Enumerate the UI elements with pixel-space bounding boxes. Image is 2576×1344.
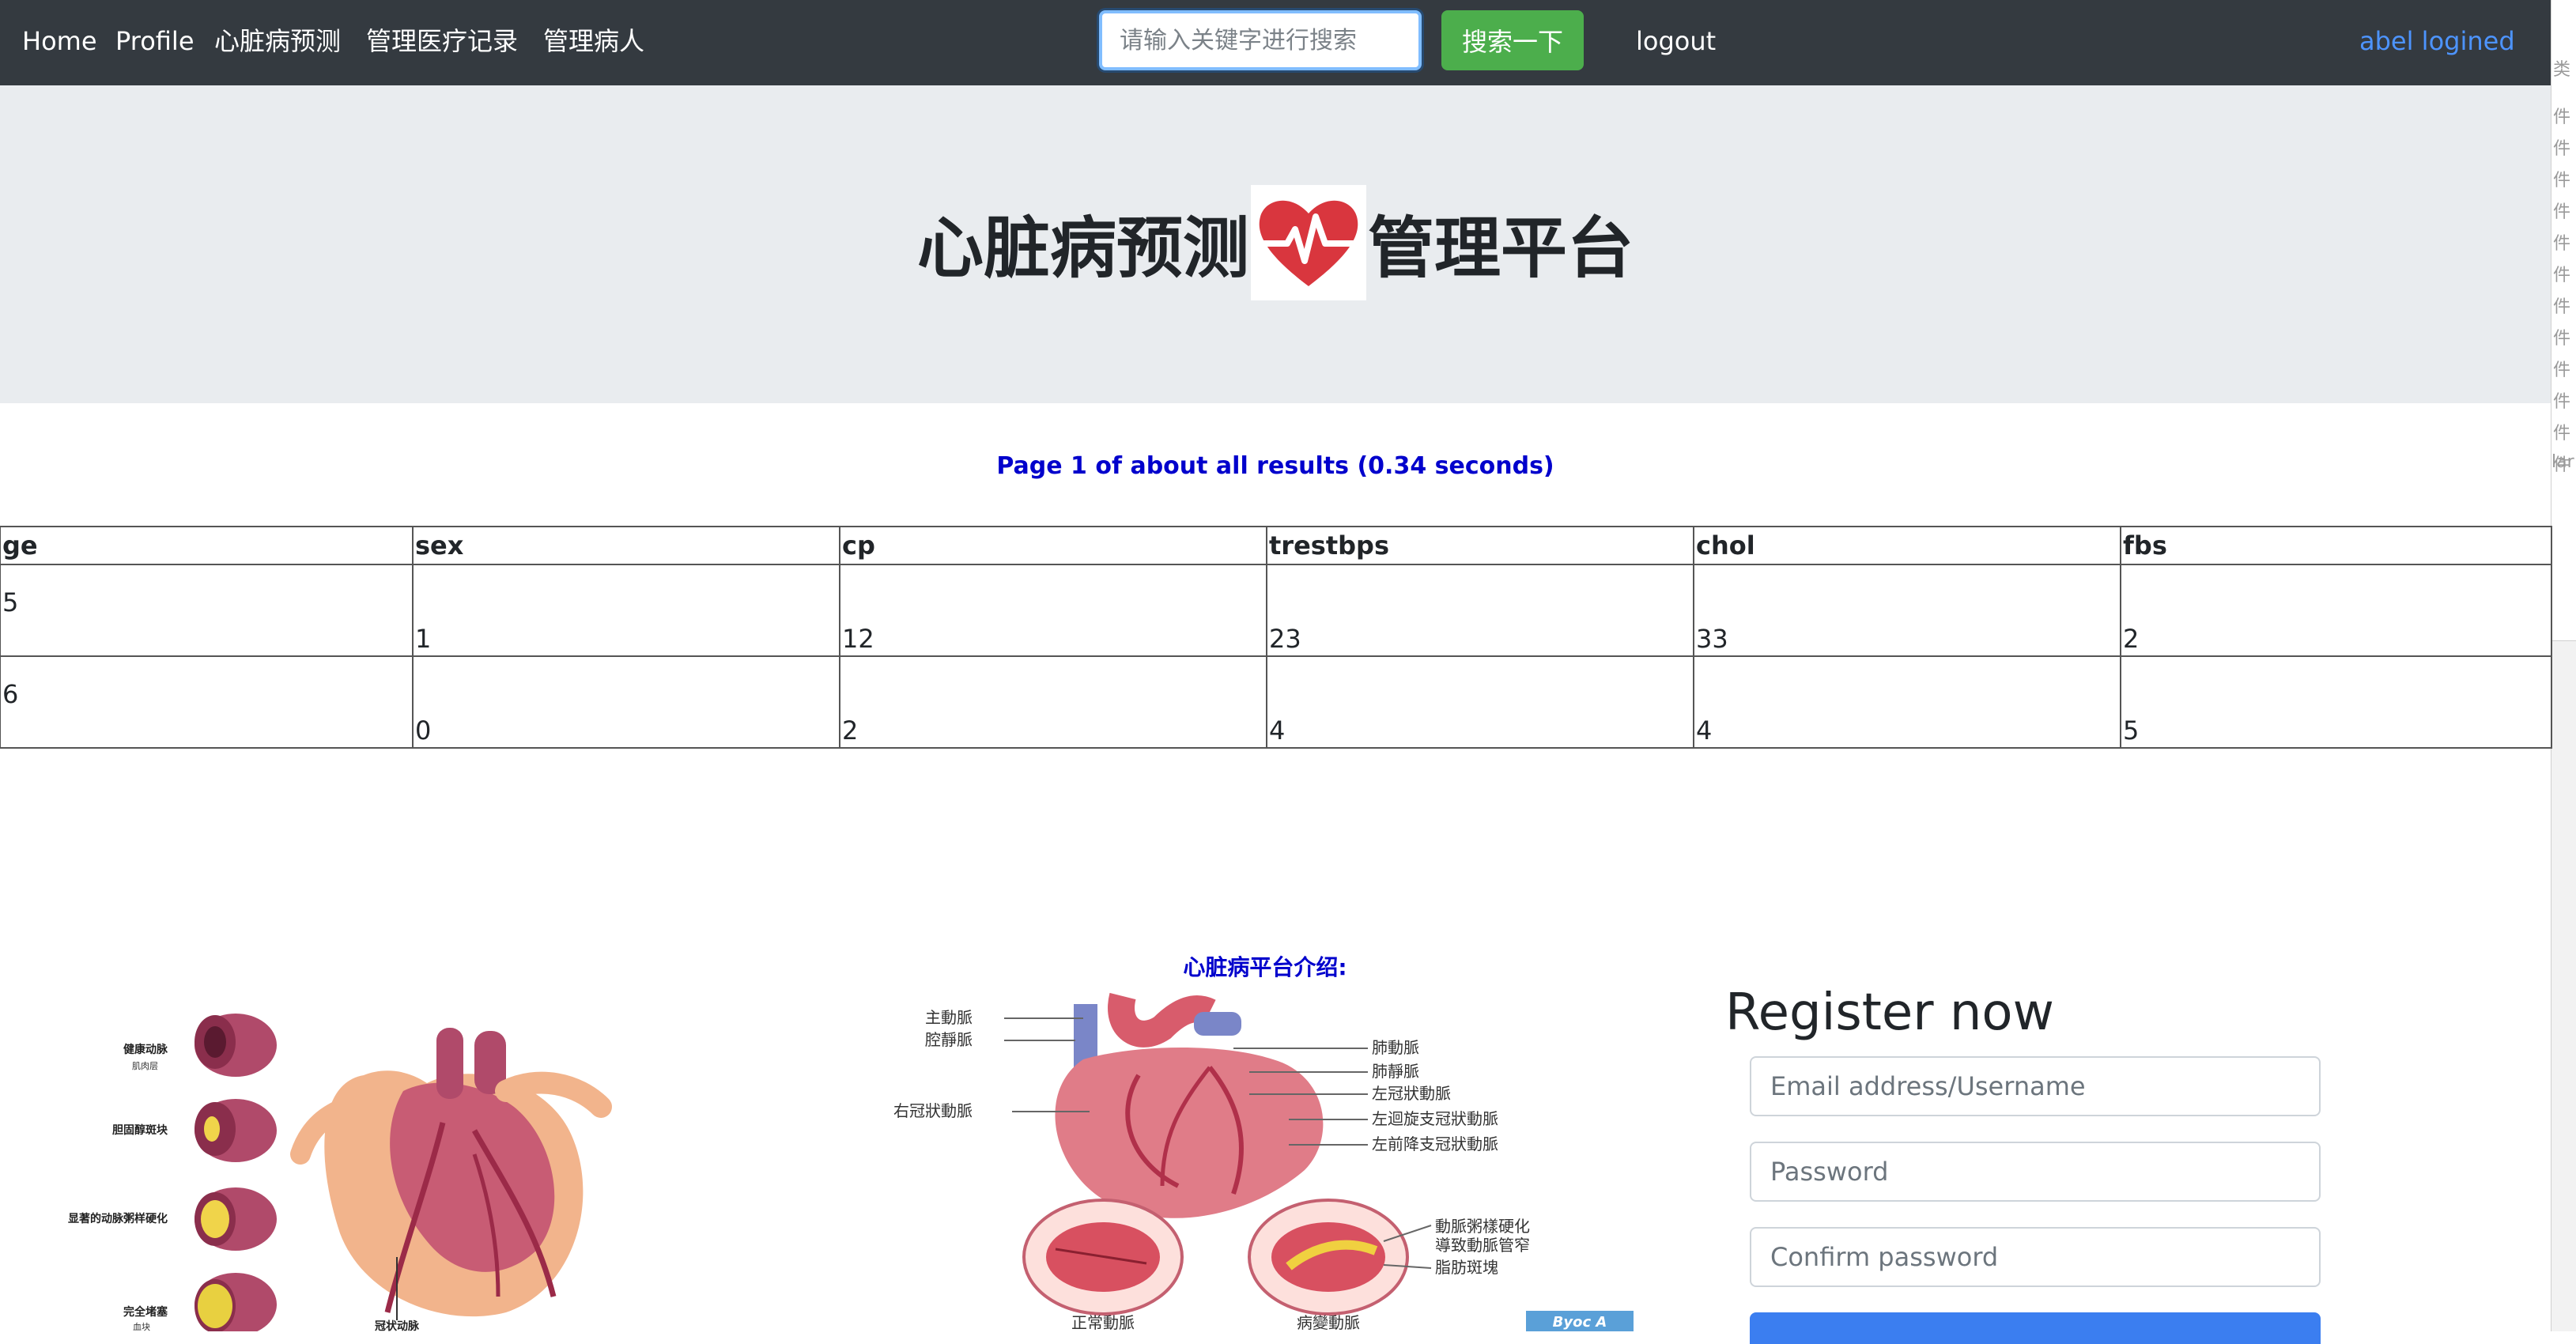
label-complete-blockage: 完全堵塞 [123, 1305, 168, 1319]
label-vena-cava: 腔靜脈 [925, 1030, 973, 1049]
records-table: ge sex cp trestbps chol fbs 5 1 12 23 33… [0, 526, 2552, 749]
label-healthy-artery: 健康动脉 [123, 1043, 168, 1056]
adjacent-window-panel: 类 件 件 件 件 件 件 件 件 件 件 件 件 lar [2551, 0, 2576, 641]
watermark-badge: Byoc A [1553, 1314, 1607, 1331]
table-cell: 5 [0, 564, 414, 657]
atherosclerosis-artery-icon [195, 1187, 277, 1251]
adjacent-text-fragment: 件 [2553, 171, 2571, 191]
cholesterol-plaque-artery-icon [195, 1099, 277, 1162]
column-header: trestbps [1266, 526, 1694, 565]
label-normal-artery: 正常動脈 [1071, 1313, 1135, 1331]
label-coronary-artery: 冠状动脉 [375, 1319, 420, 1331]
label-left-coronary-artery: 左冠狀動脈 [1372, 1084, 1451, 1103]
diseased-artery-section-icon [1248, 1199, 1409, 1316]
blocked-artery-icon [195, 1273, 277, 1331]
email-username-field[interactable] [1750, 1056, 2321, 1116]
label-atherosclerosis: 显著的动脉粥样硬化 [68, 1212, 168, 1225]
adjacent-text-fragment: 类 [2553, 60, 2571, 80]
adjacent-window-strip: 类 件 件 件 件 件 件 件 件 件 件 件 件 lar [2551, 0, 2576, 1331]
table-row: 5 1 12 23 33 2 [0, 564, 2552, 657]
adjacent-text-fragment: 件 [2553, 266, 2571, 285]
label-right-coronary-artery: 右冠狀動脈 [893, 1101, 973, 1120]
register-submit-button[interactable] [1750, 1312, 2321, 1344]
intro-title: 心脏病平台介绍: [1183, 954, 1347, 980]
table-cell: 4 [1266, 655, 1694, 749]
table-cell: 23 [1266, 564, 1694, 657]
logout-link[interactable]: logout [1636, 21, 1716, 62]
label-cholesterol-plaque: 胆固醇斑块 [112, 1123, 168, 1137]
adjacent-text-fragment: 件 [2553, 234, 2571, 254]
coronary-anatomy-illustration: 主動脈 腔靜脈 右冠狀動脈 肺動脈 肺靜脈 左冠狀動脈 左迴旋支冠狀動脈 左前降… [893, 992, 1634, 1331]
table-cell: 6 [0, 655, 414, 749]
page-title: 心脏病预测 管理平台 [0, 185, 2551, 304]
adjacent-text-fragment: 件 [2553, 108, 2571, 127]
column-header: sex [412, 526, 840, 565]
label-left-circumflex-artery: 左迴旋支冠狀動脈 [1372, 1109, 1498, 1128]
nav-records-link[interactable]: 管理医疗记录 [366, 21, 518, 62]
column-header: chol [1693, 526, 2121, 565]
table-cell: 2 [2120, 564, 2552, 657]
nav-home-link[interactable]: Home [22, 21, 97, 62]
title-left-text: 心脏病预测 [916, 209, 1249, 287]
heartbeat-heart-icon [1251, 185, 1366, 300]
adjacent-text-fragment: 件 [2553, 329, 2571, 349]
table-cell: 5 [2120, 655, 2552, 749]
adjacent-text-fragment: 件 [2553, 139, 2571, 159]
label-aorta: 主動脈 [925, 1008, 973, 1027]
column-header: ge [0, 526, 414, 565]
nav-predict-link[interactable]: 心脏病预测 [214, 21, 341, 62]
column-header: fbs [2120, 526, 2552, 565]
adjacent-text-fragment: 件 [2553, 392, 2571, 412]
nav-profile-link[interactable]: Profile [115, 21, 195, 62]
label-diseased-artery: 病變動脈 [1297, 1313, 1360, 1331]
search-input[interactable] [1099, 10, 1422, 70]
healthy-artery-icon [195, 1014, 277, 1077]
table-cell: 2 [839, 655, 1267, 749]
adjacent-text-fragment: 件 [2553, 202, 2571, 222]
label-left-anterior-descending-artery: 左前降支冠狀動脈 [1372, 1134, 1498, 1153]
register-title: Register now [1725, 983, 2054, 1042]
password-field[interactable] [1750, 1142, 2321, 1202]
adjacent-text-fragment: 件 [2553, 297, 2571, 317]
adjacent-text-fragment: 件 [2553, 424, 2571, 444]
table-cell: 0 [412, 655, 840, 749]
normal-artery-section-icon [1022, 1199, 1184, 1316]
label-fatty-plaque: 脂肪斑塊 [1435, 1258, 1498, 1277]
label-pulmonary-vein: 肺靜脈 [1372, 1062, 1419, 1081]
label-artery-narrowing: 導致動脈管窄 [1435, 1236, 1530, 1255]
user-status-link[interactable]: abel logined [2359, 21, 2515, 62]
results-info: Page 1 of about all results (0.34 second… [996, 452, 1554, 480]
column-header: cp [839, 526, 1267, 565]
confirm-password-field[interactable] [1750, 1227, 2321, 1287]
adjacent-text-fragment: lar [2551, 452, 2574, 472]
table-cell: 1 [412, 564, 840, 657]
table-row: 6 0 2 4 4 5 [0, 655, 2552, 749]
table-cell: 12 [839, 564, 1267, 657]
hero-banner: 心脏病预测 管理平台 [0, 85, 2551, 403]
nav-patients-link[interactable]: 管理病人 [543, 21, 644, 62]
title-right-text: 管理平台 [1368, 209, 1634, 287]
top-navbar: Home Profile 心脏病预测 管理医疗记录 管理病人 搜索一下 logo… [0, 0, 2551, 85]
heart-anatomy-icon [290, 1028, 612, 1317]
label-muscle-layer: 肌肉层 [132, 1061, 158, 1071]
label-atherosclerosis: 動脈粥樣硬化 [1435, 1217, 1530, 1236]
search-button[interactable]: 搜索一下 [1441, 10, 1584, 70]
adjacent-text-fragment: 件 [2553, 361, 2571, 380]
table-cell: 33 [1693, 564, 2121, 657]
table-cell: 4 [1693, 655, 2121, 749]
table-header-row: ge sex cp trestbps chol fbs [0, 526, 2552, 565]
label-pulmonary-artery: 肺動脈 [1372, 1038, 1419, 1057]
artery-plaque-heart-illustration: 健康动脉 肌肉层 胆固醇斑块 显著的动脉粥样硬化 完全堵塞 血块 冠状动脉 [68, 1014, 612, 1331]
label-blood-clot: 血块 [133, 1321, 150, 1331]
